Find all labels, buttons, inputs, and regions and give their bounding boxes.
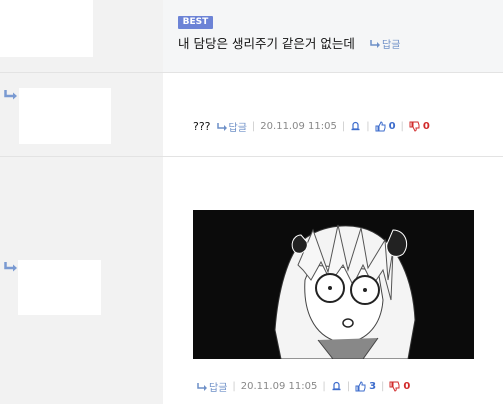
reply-button[interactable]: 답글: [197, 379, 227, 394]
thumbs-up-icon[interactable]: [375, 121, 386, 132]
avatar-placeholder: [0, 0, 93, 57]
reply-button[interactable]: 답글: [370, 36, 400, 51]
reply-indent-icon: [4, 262, 17, 272]
reply-label: 답글: [209, 383, 228, 394]
comment-date: 20.11.09 11:05: [260, 121, 337, 132]
thumbs-down-icon[interactable]: [409, 121, 420, 132]
reply-arrow-icon: [197, 382, 207, 391]
reply-button[interactable]: 답글: [216, 119, 247, 134]
comment-text: 내 담당은 생리주기 같은거 없는데: [178, 36, 355, 51]
upvote-count: 3: [369, 381, 377, 392]
reply-indent-icon: [4, 90, 17, 100]
comment-meta: 답글: [370, 36, 400, 51]
reply-label: 답글: [382, 40, 401, 51]
downvote-count: 0: [422, 121, 430, 132]
bell-icon[interactable]: [331, 381, 342, 392]
avatar-placeholder: [18, 260, 101, 315]
comment-image[interactable]: [193, 210, 474, 359]
left-column: [0, 0, 163, 404]
thumbs-up-icon[interactable]: [355, 381, 366, 392]
upvote-count: 0: [388, 121, 396, 132]
best-badge: BEST: [178, 16, 213, 29]
comment-meta: 답글 | 20.11.09 11:05 | | 3 | 0: [197, 379, 410, 394]
comment-meta: ??? 답글 | 20.11.09 11:05 | | 0 | 0: [193, 119, 430, 134]
comment-text: ???: [193, 120, 211, 133]
avatar-placeholder: [19, 88, 111, 144]
reply-label: 답글: [228, 123, 247, 134]
comment-date: 20.11.09 11:05: [240, 381, 318, 392]
bell-icon[interactable]: [350, 121, 361, 132]
downvote-count: 0: [403, 381, 411, 392]
anime-girl-image-icon: [274, 224, 416, 359]
reply-arrow-icon: [370, 39, 380, 48]
divider: [0, 156, 503, 157]
divider: [0, 72, 503, 73]
reply-arrow-icon: [216, 122, 227, 131]
thumbs-down-icon[interactable]: [389, 381, 400, 392]
